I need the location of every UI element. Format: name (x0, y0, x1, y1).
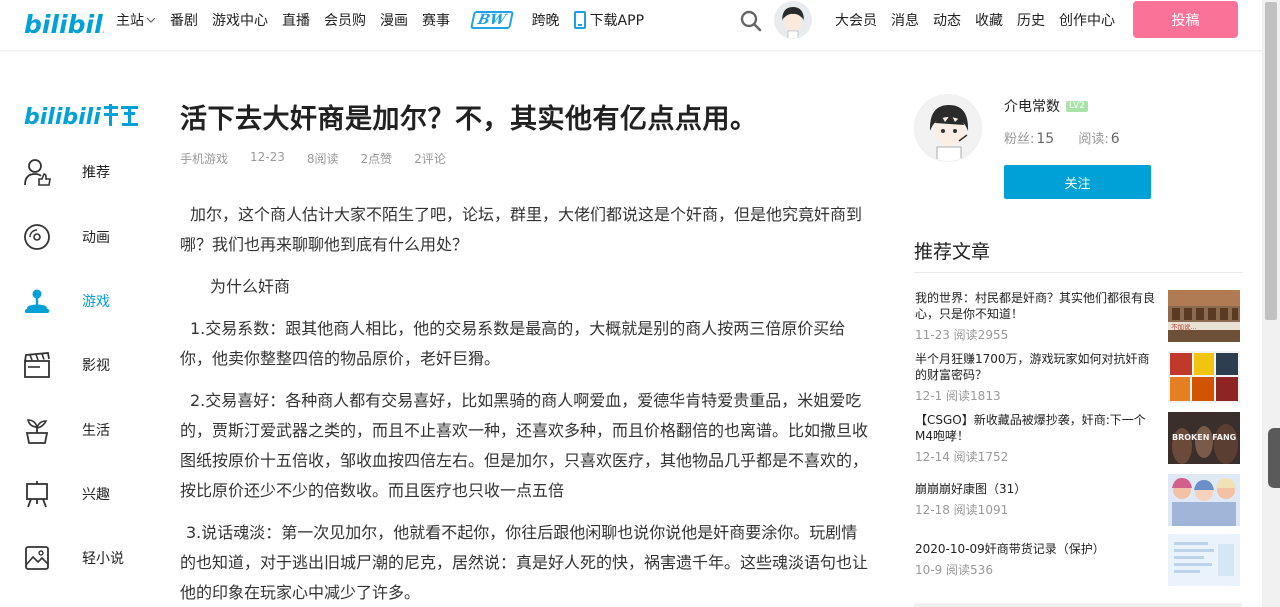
article-subheading: 为什么奸商 (210, 277, 291, 296)
nav-big-member[interactable]: 大会员 (835, 10, 877, 30)
level-badge: LV2 (1066, 100, 1088, 112)
user-nav: 大会员 消息 动态 收藏 历史 创作中心 (835, 0, 1129, 40)
recommend-item-title[interactable]: 2020-10-09奸商带货记录（保护） (915, 541, 1157, 557)
thumbnail-image-icon (1168, 474, 1240, 526)
article-body: 加尔，这个商人估计大家不陌生了吧，论坛，群里，大佬们都说这是个奸商，但是他究竟奸… (180, 200, 872, 607)
nav-esports[interactable]: 赛事 (422, 10, 450, 30)
article-paragraph: 3.说话魂淡：第一次见加尔，他就看不起你，你往后跟他闲聊也说你说他是奸商要涂你。… (180, 523, 869, 602)
article-paragraph: 1.交易系数：跟其他商人相比，他的交易系数是最高的，大概就是别的商人按两三倍原价… (180, 319, 846, 368)
author-avatar[interactable] (914, 94, 982, 162)
svg-text:BROKEN FANG: BROKEN FANG (1172, 433, 1236, 442)
thumbnail-image-icon: 不加说... (1168, 290, 1240, 342)
nav-vip-shop[interactable]: 会员购 (324, 10, 366, 30)
recommend-item-title[interactable]: 我的世界：村民都是奸商？其实他们都很有良心，只是你不知道！ (915, 290, 1157, 322)
sidebar-item-film[interactable]: 影视 (22, 348, 142, 382)
author-stats: 粉丝: 15 阅读: 6 (1004, 131, 1120, 147)
avatar-illustration-icon (774, 1, 812, 39)
recommend-item-title[interactable]: 崩崩崩好康图（31） (915, 481, 1157, 497)
reads-count: 6 (1110, 131, 1120, 147)
recommend-item[interactable]: 半个月狂赚1700万，游戏玩家如何对抗奸商的财富密码？ 12-1 阅读1813 (914, 351, 1242, 407)
recommend-item-title[interactable]: 半个月狂赚1700万，游戏玩家如何对抗奸商的财富密码？ (915, 351, 1157, 383)
clapperboard-icon (24, 352, 50, 378)
main-nav: 主站 番剧 游戏中心 直播 会员购 漫画 赛事 BW 跨晚 下载APP (116, 0, 658, 40)
chevron-down-icon (146, 17, 156, 23)
article-views: 8阅读 (306, 152, 339, 166)
bottom-strip (914, 603, 1242, 607)
nav-bangumi[interactable]: 番剧 (170, 10, 198, 30)
sidebar-item-life[interactable]: 生活 (22, 413, 142, 447)
nav-dynamics[interactable]: 动态 (933, 10, 961, 30)
sidebar-item-light-novel[interactable]: 轻小说 (22, 541, 142, 575)
page-scrollbar[interactable] (1262, 0, 1280, 607)
recommend-item-meta: 10-9 阅读536 (915, 563, 993, 577)
article-paragraph: 加尔，这个商人估计大家不陌生了吧，论坛，群里，大佬们都说这是个奸商，但是他究竟奸… (180, 205, 863, 254)
publish-button[interactable]: 投稿 (1133, 1, 1238, 38)
recommend-item-title[interactable]: 【CSGO】新收藏品被爆抄袭，奸商:下一个M4咆哮！ (915, 412, 1157, 444)
scrollbar-thumb[interactable] (1265, 2, 1277, 320)
sidebar-item-animation[interactable]: 动画 (22, 220, 142, 254)
avatar-illustration-icon (915, 95, 981, 161)
article-likes: 2点赞 (360, 152, 393, 166)
recommend-item-meta: 12-1 阅读1813 (915, 389, 1001, 403)
nav-history[interactable]: 历史 (1017, 10, 1045, 30)
floating-side-widget[interactable] (1268, 428, 1280, 488)
svg-text:不加说...: 不加说... (1171, 322, 1197, 331)
recommend-thumbnail[interactable] (1168, 474, 1240, 526)
bilibili-logo[interactable]: bilibili (24, 6, 104, 40)
nav-creation-center[interactable]: 创作中心 (1059, 10, 1115, 30)
nav-messages[interactable]: 消息 (891, 10, 919, 30)
phone-icon (573, 11, 586, 29)
recommend-item-meta: 11-23 阅读2955 (915, 328, 1009, 342)
top-header: bilibili 主站 番剧 游戏中心 直播 会员购 漫画 赛事 BW 跨晚 下… (0, 0, 1262, 50)
search-icon[interactable] (740, 10, 762, 32)
nav-new-year-gala[interactable]: 跨晚 (532, 10, 560, 30)
user-avatar[interactable] (774, 1, 812, 39)
article-comments[interactable]: 2评论 (414, 150, 446, 167)
article-meta: 手机游戏 12-23 8阅读 2点赞 2评论 (180, 150, 468, 167)
nav-home[interactable]: 主站 (116, 10, 156, 30)
author-name[interactable]: 介电常数 LV2 (1004, 96, 1088, 116)
thumbnail-image-icon (1168, 351, 1240, 403)
article-category[interactable]: 手机游戏 (180, 150, 228, 167)
nav-favorites[interactable]: 收藏 (975, 10, 1003, 30)
svg-text:bilibili: bilibili (24, 10, 104, 39)
picture-icon (25, 546, 49, 570)
joystick-icon (25, 289, 49, 313)
nav-manga[interactable]: 漫画 (380, 10, 408, 30)
thumbnail-image-icon: BROKEN FANG (1168, 412, 1240, 464)
article-title: 活下去大奸商是加尔？不，其实他有亿点点用。 (180, 104, 758, 135)
recommend-item[interactable]: 我的世界：村民都是奸商？其实他们都很有良心，只是你不知道！ 11-23 阅读29… (914, 290, 1242, 346)
bw-badge[interactable]: BW (470, 11, 514, 29)
sidebar-item-recommend[interactable]: 推荐 (22, 155, 142, 189)
nav-live[interactable]: 直播 (282, 10, 310, 30)
thumbnail-image-icon (1168, 534, 1240, 586)
recommend-item-meta: 12-18 阅读1091 (915, 503, 1009, 517)
nav-download-app[interactable]: 下载APP (573, 10, 644, 30)
follow-button[interactable]: 关注 (1004, 165, 1151, 199)
recommend-thumbnail[interactable] (1168, 534, 1240, 586)
plant-icon (25, 419, 49, 444)
sidebar-item-game[interactable]: 游戏 (22, 284, 142, 318)
recommend-divider (914, 272, 1242, 273)
recommend-thumbnail[interactable]: 不加说... (1168, 290, 1240, 342)
recommend-item-meta: 12-14 阅读1752 (915, 450, 1009, 464)
article-date: 12-23 (250, 150, 285, 164)
recommend-item[interactable]: 2020-10-09奸商带货记录（保护） 10-9 阅读536 (914, 534, 1242, 590)
bilibili-column-logo[interactable]: bilibili (24, 100, 140, 130)
recommend-thumbnail[interactable] (1168, 351, 1240, 403)
recommend-item[interactable]: 崩崩崩好康图（31） 12-18 阅读1091 (914, 474, 1242, 530)
sidebar-item-interest[interactable]: 兴趣 (22, 477, 142, 511)
user-thumb-icon (24, 159, 51, 186)
article-paragraph: 2.交易喜好：各种商人都有交易喜好，比如黑骑的商人啊爱血，爱德华肯特爱贵重品，米… (180, 391, 869, 500)
fans-count: 15 (1036, 131, 1055, 147)
disc-icon (24, 224, 50, 250)
nav-game-center[interactable]: 游戏中心 (212, 10, 268, 30)
easel-icon (26, 481, 48, 508)
recommend-item[interactable]: 【CSGO】新收藏品被爆抄袭，奸商:下一个M4咆哮！ 12-14 阅读1752 … (914, 412, 1242, 468)
recommend-thumbnail[interactable]: BROKEN FANG (1168, 412, 1240, 464)
recommend-header: 推荐文章 (914, 241, 991, 263)
svg-text:bilibili: bilibili (24, 105, 101, 130)
